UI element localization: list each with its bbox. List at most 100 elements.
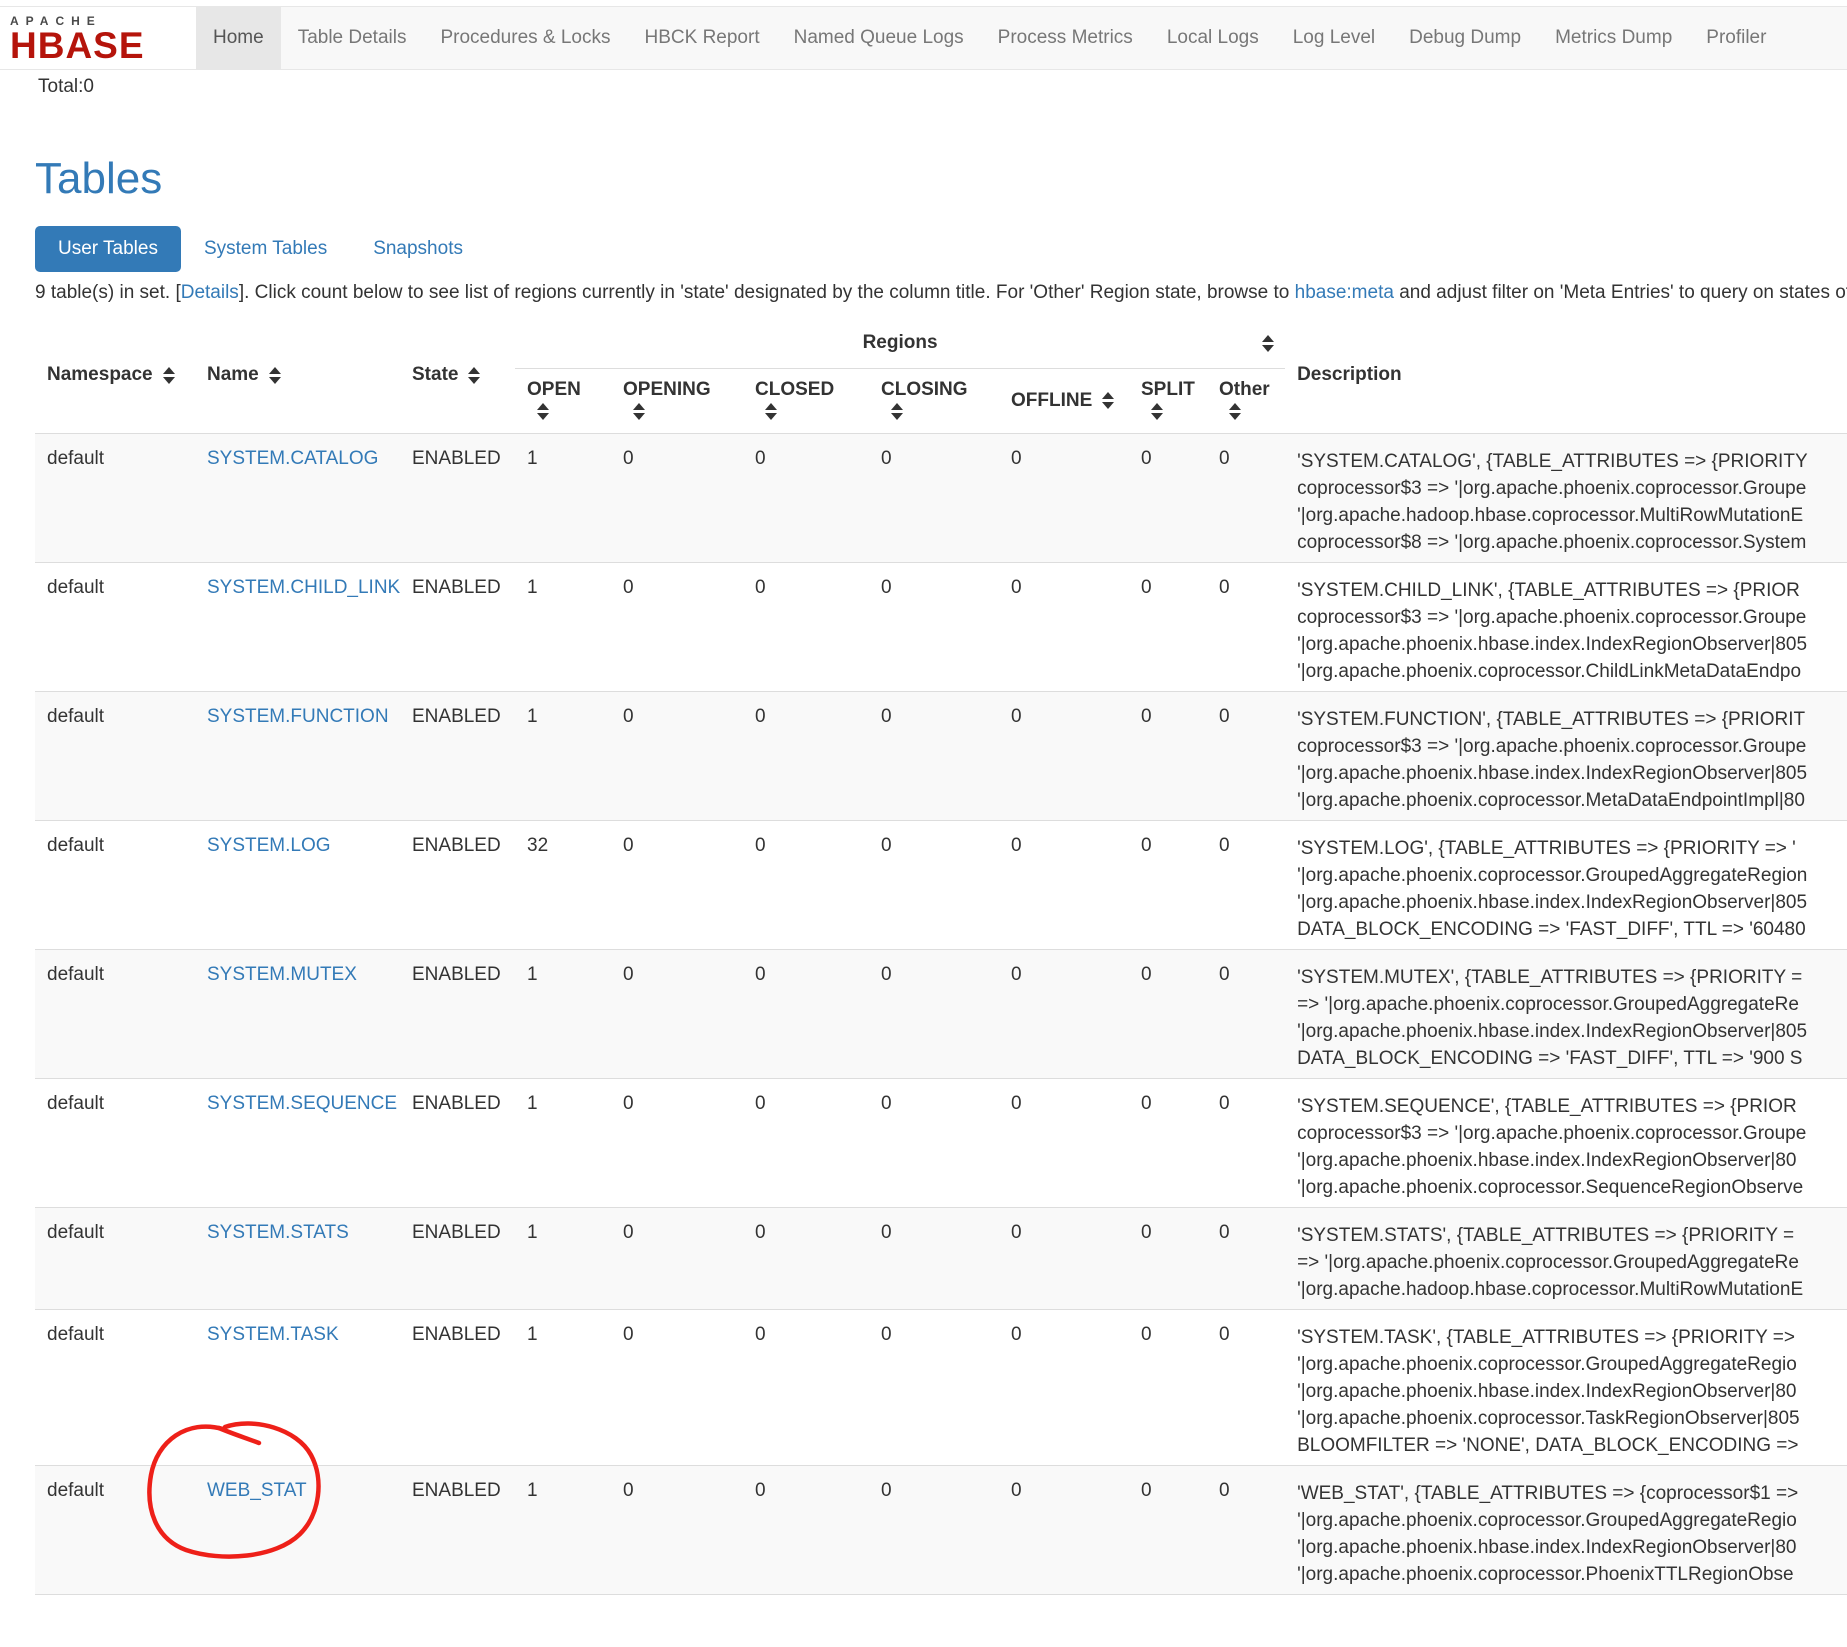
- region-split-count[interactable]: 0: [1129, 433, 1207, 562]
- sort-icon[interactable]: [163, 366, 176, 385]
- table-name-link[interactable]: SYSTEM.SEQUENCE: [207, 1093, 397, 1114]
- region-open-count[interactable]: 1: [515, 949, 611, 1078]
- region-open-count[interactable]: 1: [515, 1465, 611, 1594]
- region-other-count[interactable]: 0: [1207, 1465, 1285, 1594]
- region-opening-count[interactable]: 0: [611, 820, 743, 949]
- region-closing-count[interactable]: 0: [869, 820, 999, 949]
- description-line: '|org.apache.phoenix.hbase.index.IndexRe…: [1297, 1018, 1847, 1045]
- column-label: CLOSED: [755, 379, 834, 400]
- region-closing-count[interactable]: 0: [869, 562, 999, 691]
- description-line: '|org.apache.phoenix.coprocessor.ChildLi…: [1297, 658, 1847, 685]
- region-opening-count[interactable]: 0: [611, 691, 743, 820]
- region-closing-count[interactable]: 0: [869, 1309, 999, 1465]
- sort-icon[interactable]: [1151, 402, 1164, 421]
- user-tables-table: Namespace Name State Regions Description…: [35, 318, 1847, 1595]
- table-row: default SYSTEM.SEQUENCE ENABLED 1 0 0 0 …: [35, 1078, 1847, 1207]
- logo-hbase-text: HBASE: [10, 28, 184, 63]
- region-offline-count[interactable]: 0: [999, 691, 1129, 820]
- region-opening-count[interactable]: 0: [611, 949, 743, 1078]
- region-other-count[interactable]: 0: [1207, 1207, 1285, 1309]
- table-row: default SYSTEM.CHILD_LINK ENABLED 1 0 0 …: [35, 562, 1847, 691]
- region-offline-count[interactable]: 0: [999, 433, 1129, 562]
- region-offline-count[interactable]: 0: [999, 1207, 1129, 1309]
- table-name-link[interactable]: SYSTEM.MUTEX: [207, 964, 357, 985]
- region-other-count[interactable]: 0: [1207, 1078, 1285, 1207]
- region-closing-count[interactable]: 0: [869, 433, 999, 562]
- table-name-link[interactable]: SYSTEM.LOG: [207, 835, 331, 856]
- region-other-count[interactable]: 0: [1207, 820, 1285, 949]
- region-open-count[interactable]: 1: [515, 433, 611, 562]
- sort-icon[interactable]: [1102, 391, 1115, 410]
- table-name-link[interactable]: WEB_STAT: [207, 1480, 307, 1501]
- sort-icon[interactable]: [537, 402, 550, 421]
- region-closing-count[interactable]: 0: [869, 1207, 999, 1309]
- table-name-link[interactable]: SYSTEM.STATS: [207, 1222, 349, 1243]
- region-closed-count[interactable]: 0: [743, 562, 869, 691]
- region-split-count[interactable]: 0: [1129, 1207, 1207, 1309]
- region-closed-count[interactable]: 0: [743, 1465, 869, 1594]
- region-offline-count[interactable]: 0: [999, 1309, 1129, 1465]
- region-open-count[interactable]: 1: [515, 1078, 611, 1207]
- region-opening-count[interactable]: 0: [611, 1078, 743, 1207]
- region-closing-count[interactable]: 0: [869, 1078, 999, 1207]
- region-closed-count[interactable]: 0: [743, 433, 869, 562]
- region-closed-count[interactable]: 0: [743, 1309, 869, 1465]
- region-opening-count[interactable]: 0: [611, 562, 743, 691]
- region-offline-count[interactable]: 0: [999, 1465, 1129, 1594]
- region-opening-count[interactable]: 0: [611, 1309, 743, 1465]
- sort-icon[interactable]: [269, 366, 282, 385]
- table-name-link[interactable]: SYSTEM.CATALOG: [207, 448, 378, 469]
- details-link[interactable]: Details: [181, 282, 239, 303]
- hbase-meta-link[interactable]: hbase:meta: [1295, 282, 1394, 303]
- table-name-link[interactable]: SYSTEM.CHILD_LINK: [207, 577, 400, 598]
- region-open-count[interactable]: 1: [515, 1309, 611, 1465]
- region-open-count[interactable]: 1: [515, 1207, 611, 1309]
- region-split-count[interactable]: 0: [1129, 562, 1207, 691]
- page-title: Tables: [35, 154, 1847, 204]
- region-closed-count[interactable]: 0: [743, 1207, 869, 1309]
- region-split-count[interactable]: 0: [1129, 820, 1207, 949]
- table-name-cell: SYSTEM.SEQUENCE: [195, 1078, 400, 1207]
- sort-icon[interactable]: [633, 402, 646, 421]
- hbase-logo[interactable]: APACHE HBASE: [0, 7, 196, 69]
- region-closing-count[interactable]: 0: [869, 691, 999, 820]
- sort-icon[interactable]: [1262, 334, 1275, 353]
- region-closing-count[interactable]: 0: [869, 1465, 999, 1594]
- region-other-count[interactable]: 0: [1207, 949, 1285, 1078]
- table-tabs: User TablesSystem TablesSnapshots: [35, 226, 1847, 272]
- sort-icon[interactable]: [1229, 402, 1242, 421]
- region-closed-count[interactable]: 0: [743, 691, 869, 820]
- region-offline-count[interactable]: 0: [999, 1078, 1129, 1207]
- region-other-count[interactable]: 0: [1207, 1309, 1285, 1465]
- table-name-link[interactable]: SYSTEM.TASK: [207, 1324, 339, 1345]
- sort-icon[interactable]: [891, 402, 904, 421]
- region-other-count[interactable]: 0: [1207, 433, 1285, 562]
- sort-icon[interactable]: [468, 366, 481, 385]
- region-opening-count[interactable]: 0: [611, 1465, 743, 1594]
- sort-icon[interactable]: [765, 402, 778, 421]
- region-opening-count[interactable]: 0: [611, 1207, 743, 1309]
- region-split-count[interactable]: 0: [1129, 1465, 1207, 1594]
- column-header-offline: OFFLINE: [999, 368, 1129, 433]
- description-line: 'SYSTEM.STATS', {TABLE_ATTRIBUTES => {PR…: [1297, 1222, 1847, 1249]
- region-split-count[interactable]: 0: [1129, 949, 1207, 1078]
- region-closing-count[interactable]: 0: [869, 949, 999, 1078]
- region-split-count[interactable]: 0: [1129, 691, 1207, 820]
- region-open-count[interactable]: 1: [515, 691, 611, 820]
- region-split-count[interactable]: 0: [1129, 1078, 1207, 1207]
- region-offline-count[interactable]: 0: [999, 562, 1129, 691]
- region-open-count[interactable]: 1: [515, 562, 611, 691]
- region-closed-count[interactable]: 0: [743, 820, 869, 949]
- region-offline-count[interactable]: 0: [999, 949, 1129, 1078]
- description-cell: 'SYSTEM.FUNCTION', {TABLE_ATTRIBUTES => …: [1285, 691, 1847, 820]
- region-offline-count[interactable]: 0: [999, 820, 1129, 949]
- region-other-count[interactable]: 0: [1207, 691, 1285, 820]
- region-closed-count[interactable]: 0: [743, 1078, 869, 1207]
- region-split-count[interactable]: 0: [1129, 1309, 1207, 1465]
- region-closed-count[interactable]: 0: [743, 949, 869, 1078]
- namespace-cell: default: [35, 1309, 195, 1465]
- region-opening-count[interactable]: 0: [611, 433, 743, 562]
- region-open-count[interactable]: 32: [515, 820, 611, 949]
- table-name-link[interactable]: SYSTEM.FUNCTION: [207, 706, 389, 727]
- region-other-count[interactable]: 0: [1207, 562, 1285, 691]
